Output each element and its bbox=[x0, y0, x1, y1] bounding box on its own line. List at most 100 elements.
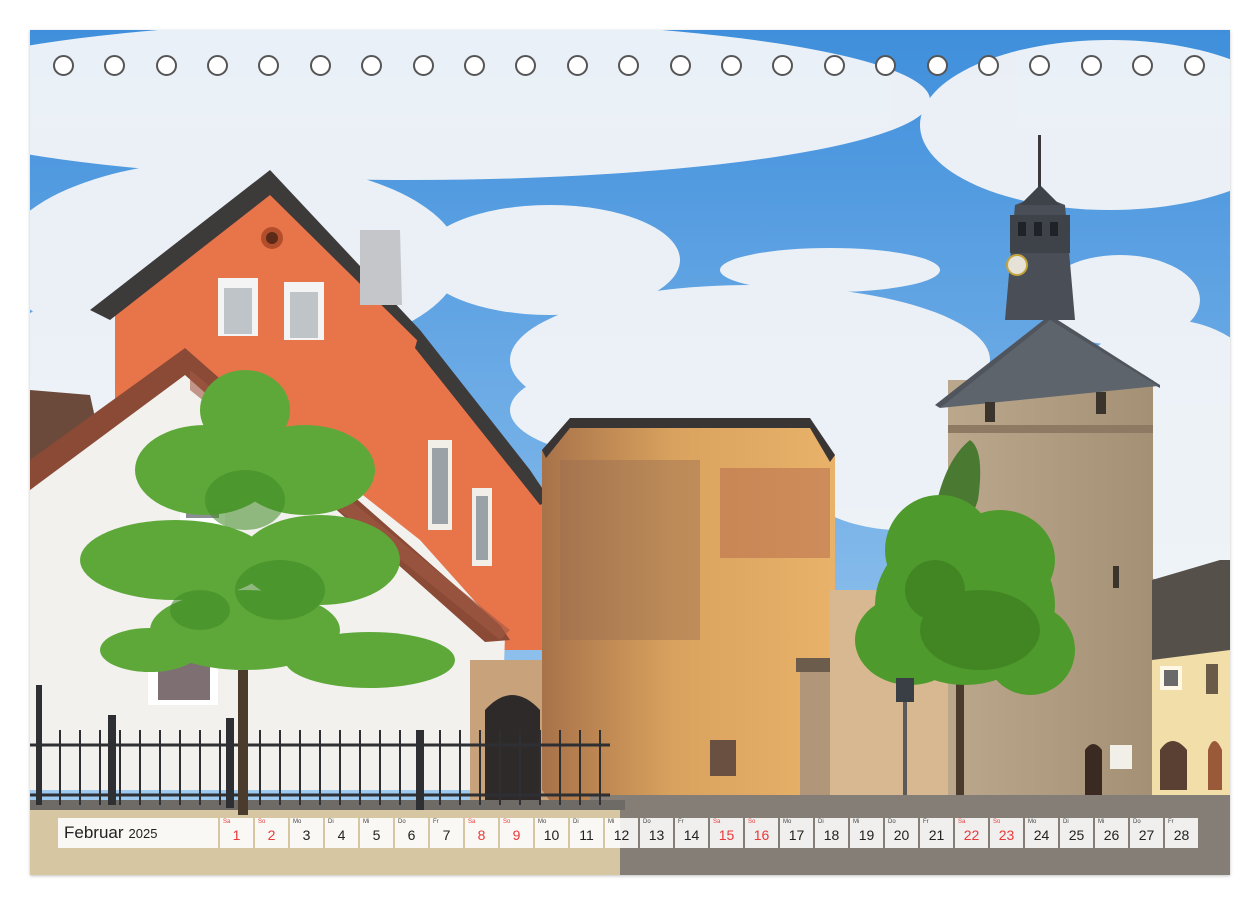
day-number: 23 bbox=[998, 827, 1015, 843]
day-number: 17 bbox=[788, 827, 805, 843]
day-cell: Di 18 bbox=[815, 818, 848, 848]
day-cell: Do 13 bbox=[640, 818, 673, 848]
day-number: 25 bbox=[1068, 827, 1085, 843]
day-number: 13 bbox=[648, 827, 665, 843]
binding-hole bbox=[53, 55, 74, 76]
day-cell: Di 11 bbox=[570, 818, 603, 848]
day-number: 4 bbox=[337, 827, 346, 843]
day-number: 24 bbox=[1033, 827, 1050, 843]
day-cell: Sa 22 bbox=[955, 818, 988, 848]
binding-hole bbox=[824, 55, 845, 76]
binding-hole bbox=[156, 55, 177, 76]
day-number: 19 bbox=[858, 827, 875, 843]
weekday-label: Mi bbox=[608, 819, 615, 825]
day-number: 27 bbox=[1138, 827, 1155, 843]
day-cell: Do 6 bbox=[395, 818, 428, 848]
binding-hole bbox=[567, 55, 588, 76]
weekday-label: Mo bbox=[1028, 819, 1037, 825]
day-cell: Di 4 bbox=[325, 818, 358, 848]
day-cell: Di 25 bbox=[1060, 818, 1093, 848]
weekday-label: Mi bbox=[363, 819, 370, 825]
day-number: 7 bbox=[442, 827, 451, 843]
weekday-label: Mi bbox=[853, 819, 860, 825]
day-cell: Fr 7 bbox=[430, 818, 463, 848]
day-cell: So 23 bbox=[990, 818, 1023, 848]
day-number: 5 bbox=[372, 827, 381, 843]
day-number: 11 bbox=[579, 827, 594, 843]
weekday-label: Do bbox=[398, 819, 406, 825]
day-number: 14 bbox=[683, 827, 700, 843]
day-cell: So 9 bbox=[500, 818, 533, 848]
day-number: 15 bbox=[718, 827, 735, 843]
day-cell: Mo 24 bbox=[1025, 818, 1058, 848]
day-cell: Fr 28 bbox=[1165, 818, 1198, 848]
weekday-label: So bbox=[258, 819, 266, 825]
binding-hole bbox=[515, 55, 536, 76]
weekday-label: Fr bbox=[923, 819, 929, 825]
weekday-label: Di bbox=[818, 819, 824, 825]
day-cell: So 2 bbox=[255, 818, 288, 848]
weekday-label: Do bbox=[888, 819, 896, 825]
day-number: 10 bbox=[543, 827, 560, 843]
binding-hole bbox=[413, 55, 434, 76]
weekday-label: Di bbox=[1063, 819, 1069, 825]
weekday-label: Sa bbox=[958, 819, 966, 825]
day-number: 18 bbox=[823, 827, 840, 843]
day-cell: Do 27 bbox=[1130, 818, 1163, 848]
day-number: 12 bbox=[613, 827, 630, 843]
binding-hole bbox=[1029, 55, 1050, 76]
weekday-label: Mo bbox=[538, 819, 547, 825]
binding-hole bbox=[258, 55, 279, 76]
day-cell: Fr 21 bbox=[920, 818, 953, 848]
month-label: Februar 2025 bbox=[58, 818, 218, 848]
weekday-label: Fr bbox=[433, 819, 439, 825]
day-cell: Mi 19 bbox=[850, 818, 883, 848]
binding-hole bbox=[104, 55, 125, 76]
day-number: 1 bbox=[232, 827, 241, 843]
weekday-label: Do bbox=[1133, 819, 1141, 825]
weekday-label: Fr bbox=[678, 819, 684, 825]
month-name: Februar bbox=[64, 823, 124, 842]
weekday-label: Sa bbox=[713, 819, 721, 825]
weekday-label: Di bbox=[573, 819, 579, 825]
day-number: 21 bbox=[928, 827, 945, 843]
weekday-label: Sa bbox=[468, 819, 476, 825]
binding-hole bbox=[875, 55, 896, 76]
binding-hole bbox=[1132, 55, 1153, 76]
weekday-label: So bbox=[748, 819, 756, 825]
weekday-label: So bbox=[993, 819, 1001, 825]
day-cell: Sa 15 bbox=[710, 818, 743, 848]
day-number: 26 bbox=[1103, 827, 1120, 843]
weekday-label: Mo bbox=[783, 819, 792, 825]
day-cell: Mo 17 bbox=[780, 818, 813, 848]
day-number: 6 bbox=[407, 827, 416, 843]
binding-hole bbox=[1184, 55, 1205, 76]
day-cell: Sa 8 bbox=[465, 818, 498, 848]
day-cell: So 16 bbox=[745, 818, 778, 848]
weekday-label: Di bbox=[328, 819, 334, 825]
weekday-label: Fr bbox=[1168, 819, 1174, 825]
day-number: 2 bbox=[267, 827, 276, 843]
binding-hole bbox=[361, 55, 382, 76]
day-cell: Fr 14 bbox=[675, 818, 708, 848]
binding-hole bbox=[927, 55, 948, 76]
binding-hole bbox=[670, 55, 691, 76]
day-cell: Mi 12 bbox=[605, 818, 638, 848]
binding-hole bbox=[464, 55, 485, 76]
binding-hole bbox=[721, 55, 742, 76]
day-number: 9 bbox=[512, 827, 521, 843]
calendar-photo bbox=[30, 30, 1230, 875]
day-number: 8 bbox=[477, 827, 486, 843]
day-cell: Mi 5 bbox=[360, 818, 393, 848]
weekday-label: Do bbox=[643, 819, 651, 825]
day-number: 3 bbox=[302, 827, 311, 843]
day-number: 22 bbox=[963, 827, 980, 843]
binding-hole bbox=[1081, 55, 1102, 76]
day-cell: Mi 26 bbox=[1095, 818, 1128, 848]
year-label: 2025 bbox=[128, 825, 158, 841]
day-cell: Do 20 bbox=[885, 818, 918, 848]
day-cell: Sa 1 bbox=[220, 818, 253, 848]
day-cell: Mo 3 bbox=[290, 818, 323, 848]
weekday-label: Mi bbox=[1098, 819, 1105, 825]
day-cell: Mo 10 bbox=[535, 818, 568, 848]
